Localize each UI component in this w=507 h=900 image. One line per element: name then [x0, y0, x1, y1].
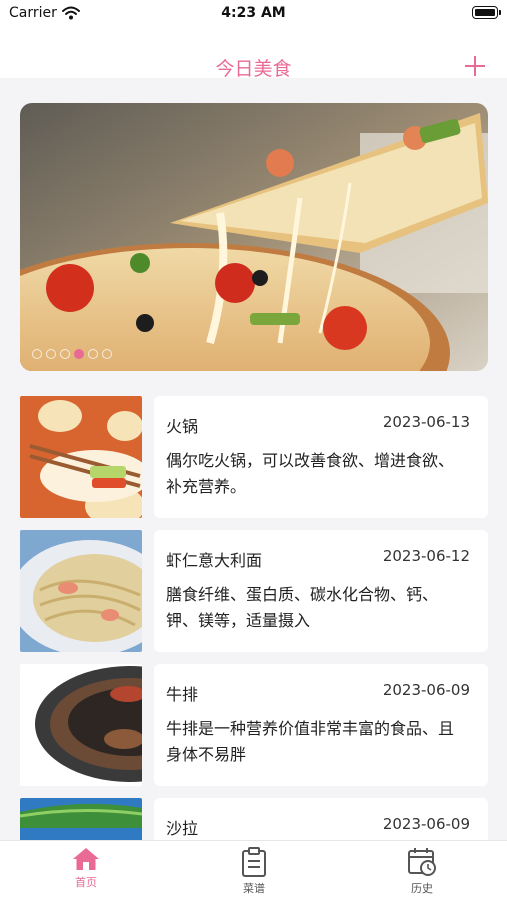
pasta-photo — [20, 530, 142, 652]
carousel-dots — [32, 349, 112, 359]
tab-history[interactable]: 历史 — [382, 847, 462, 897]
recipe-title: 牛排 — [166, 685, 199, 704]
tab-bar: 首页 菜谱 历史 — [0, 840, 507, 900]
list-item[interactable]: 沙拉 2023-06-09 — [20, 798, 488, 840]
navigation-bar: 今日美食 — [0, 30, 507, 80]
clipboard-icon — [242, 847, 266, 877]
carousel-dot[interactable] — [32, 349, 42, 359]
calendar-clock-icon — [408, 848, 436, 876]
tab-home[interactable]: 首页 — [46, 847, 126, 897]
carousel-dot-active[interactable] — [74, 349, 84, 359]
tab-history-label: 历史 — [411, 882, 433, 895]
carousel-dot[interactable] — [46, 349, 56, 359]
carousel-dot[interactable] — [102, 349, 112, 359]
home-icon — [73, 848, 99, 870]
tab-recipes[interactable]: 菜谱 — [214, 847, 294, 897]
pizza-photo — [20, 103, 488, 371]
plus-icon[interactable] — [463, 54, 487, 78]
salad-photo — [20, 798, 142, 840]
hotpot-cartoon — [20, 396, 142, 518]
page-title: 今日美食 — [215, 58, 292, 80]
recipe-card[interactable]: 虾仁意大利面 2023-06-12 膳食纤维、蛋白质、碳水化合物、钙、钾、镁等，… — [154, 530, 488, 652]
recipe-title: 虾仁意大利面 — [166, 551, 263, 570]
recipe-title: 火锅 — [166, 417, 199, 436]
recipe-date: 2023-06-12 — [382, 547, 470, 565]
carousel-dot[interactable] — [88, 349, 98, 359]
recipe-description: 偶尔吃火锅，可以改善食欲、增进食欲、补充营养。 — [166, 451, 455, 496]
recipe-title: 沙拉 — [166, 819, 199, 838]
recipe-date: 2023-06-09 — [382, 815, 470, 833]
tab-home-label: 首页 — [75, 876, 97, 889]
carousel-dot[interactable] — [60, 349, 70, 359]
recipe-card[interactable]: 火锅 2023-06-13 偶尔吃火锅，可以改善食欲、增进食欲、补充营养。 — [154, 396, 488, 518]
recipe-list[interactable]: 火锅 2023-06-13 偶尔吃火锅，可以改善食欲、增进食欲、补充营养。 虾仁… — [0, 396, 507, 840]
recipe-card[interactable]: 沙拉 2023-06-09 — [154, 798, 488, 840]
recipe-description: 膳食纤维、蛋白质、碳水化合物、钙、钾、镁等，适量摄入 — [166, 585, 439, 630]
list-item[interactable]: 虾仁意大利面 2023-06-12 膳食纤维、蛋白质、碳水化合物、钙、钾、镁等，… — [20, 530, 488, 652]
status-bar: Carrier 4:23 AM — [0, 0, 507, 30]
clock-time: 4:23 AM — [221, 5, 286, 21]
steak-photo — [20, 664, 142, 786]
recipe-description: 牛排是一种营养价值非常丰富的食品、且身体不易胖 — [166, 719, 455, 764]
banner-carousel[interactable] — [20, 103, 488, 371]
list-item[interactable]: 火锅 2023-06-13 偶尔吃火锅，可以改善食欲、增进食欲、补充营养。 — [20, 396, 488, 518]
recipe-date: 2023-06-13 — [382, 413, 470, 431]
recipe-date: 2023-06-09 — [382, 681, 470, 699]
list-item[interactable]: 牛排 2023-06-09 牛排是一种营养价值非常丰富的食品、且身体不易胖 — [20, 664, 488, 786]
battery-icon — [472, 6, 501, 19]
recipe-card[interactable]: 牛排 2023-06-09 牛排是一种营养价值非常丰富的食品、且身体不易胖 — [154, 664, 488, 786]
tab-recipes-label: 菜谱 — [243, 882, 265, 895]
